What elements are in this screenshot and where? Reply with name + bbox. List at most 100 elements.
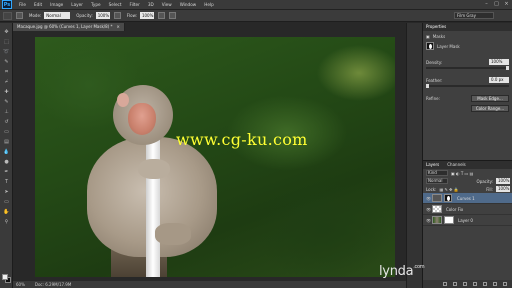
pen-tool-icon[interactable]: ✒ [3, 169, 10, 175]
dodge-tool-icon[interactable]: ● [3, 159, 10, 165]
new-group-icon[interactable] [483, 282, 487, 286]
airbrush-icon[interactable] [157, 12, 165, 19]
menu-window[interactable]: Window [176, 2, 201, 7]
path-select-icon[interactable]: ➤ [3, 189, 10, 195]
density-row: Density: 100% [423, 57, 512, 67]
quick-select-tool-icon[interactable]: ✎ [3, 59, 10, 65]
foreground-color-swatch[interactable] [2, 274, 8, 280]
mode-select[interactable]: Normal [44, 12, 71, 19]
tab-layers[interactable]: Layers [426, 161, 439, 169]
monkey-foot [155, 223, 191, 245]
density-slider[interactable] [426, 66, 509, 70]
move-tool-icon[interactable]: ✥ [3, 29, 10, 35]
gradient-tool-icon[interactable]: ▤ [3, 139, 10, 145]
close-tab-icon[interactable]: × [117, 23, 120, 31]
kind-filter-select[interactable]: Kind [426, 170, 448, 176]
status-bar: 60% Doc: 6.29M/17.9M [13, 281, 422, 288]
link-layers-icon[interactable] [443, 282, 447, 286]
delete-layer-icon[interactable] [503, 282, 507, 286]
eraser-tool-icon[interactable]: ▭ [3, 129, 10, 135]
mask-mode-icon[interactable]: ▣ [426, 34, 430, 39]
flow-field[interactable]: 100% [139, 12, 154, 19]
lynda-logo-text: lynda [379, 264, 414, 279]
minimize-icon[interactable]: – [483, 1, 490, 7]
fill-field[interactable]: 100% [496, 186, 510, 192]
feather-label: Feather: [426, 77, 443, 83]
blend-mode-select[interactable]: Normal [426, 178, 448, 184]
history-brush-icon[interactable]: ↺ [3, 119, 10, 125]
eyedropper-tool-icon[interactable]: ⌿ [3, 79, 10, 85]
curves-adjustment-icon [432, 194, 442, 202]
healing-tool-icon[interactable]: ✚ [3, 89, 10, 95]
menu-file[interactable]: File [15, 2, 30, 7]
density-slider-knob[interactable] [506, 66, 509, 70]
layers-panel-header: Layers Channels [423, 161, 512, 169]
layer-mask-thumbnail[interactable] [444, 194, 452, 202]
pressure-size-icon[interactable] [168, 12, 176, 19]
collapsed-panels-dock [406, 23, 422, 288]
maximize-icon[interactable]: □ [493, 1, 500, 7]
monkey-face [128, 103, 156, 135]
close-icon[interactable]: × [503, 1, 510, 7]
options-bar: Mode: Normal Opacity: 100% Flow: 100% Fi… [0, 10, 512, 22]
layer-name[interactable]: Color Fix [446, 207, 463, 212]
menu-filter[interactable]: Filter [125, 2, 143, 7]
opacity-label: Opacity: [76, 13, 93, 18]
menu-type[interactable]: Type [87, 2, 105, 7]
brush-preset-icon[interactable] [3, 11, 12, 20]
layer-name[interactable]: Curves 1 [457, 196, 475, 201]
fx-icon[interactable] [453, 282, 457, 286]
lynda-logo-tld: .com [413, 264, 425, 270]
zoom-tool-icon[interactable]: ⚲ [3, 219, 10, 225]
hand-tool-icon[interactable]: ✋ [3, 209, 10, 215]
menu-layer[interactable]: Layer [67, 2, 87, 7]
workspace-select[interactable]: Film Gray [454, 12, 494, 19]
lock-icons[interactable]: ▦ ✎ ✥ 🔒 [439, 187, 458, 192]
photoshop-logo-icon: Ps [2, 0, 12, 9]
crop-tool-icon[interactable]: ⌗ [3, 69, 10, 75]
layer-row-color-fix[interactable]: 👁 Color Fix [423, 204, 512, 215]
monkey-ear [117, 93, 129, 107]
menu-view[interactable]: View [158, 2, 176, 7]
layer-name[interactable]: Layer 0 [458, 218, 473, 223]
blur-tool-icon[interactable]: 💧 [3, 149, 10, 155]
feather-field[interactable]: 0.0 px [489, 77, 509, 83]
density-field[interactable]: 100% [489, 59, 509, 65]
layer-row-curves[interactable]: 👁 Curves 1 [423, 193, 512, 204]
menu-select[interactable]: Select [105, 2, 126, 7]
menu-help[interactable]: Help [200, 2, 218, 7]
adjustment-layer-icon[interactable] [473, 282, 477, 286]
menu-edit[interactable]: Edit [30, 2, 46, 7]
document-tab[interactable]: Macaque.jpg @ 60% (Curves 1, Layer Mask/… [13, 23, 125, 31]
pressure-opacity-icon[interactable] [113, 12, 121, 19]
masks-title: Masks [432, 33, 446, 39]
shape-tool-icon[interactable]: ▭ [3, 199, 10, 205]
mask-edge-button[interactable]: Mask Edge... [471, 94, 509, 102]
layer-row-layer-0[interactable]: 👁 Layer 0 [423, 215, 512, 226]
tab-properties[interactable]: Properties [426, 23, 446, 31]
zoom-level[interactable]: 60% [16, 281, 25, 288]
layer-0-mask-thumbnail[interactable] [444, 216, 454, 224]
feather-row: Feather: 0.0 px [423, 75, 512, 85]
opacity-field[interactable]: 100% [95, 12, 110, 19]
feather-slider[interactable] [426, 84, 509, 88]
color-range-button[interactable]: Color Range... [471, 104, 509, 112]
stamp-tool-icon[interactable]: ⊥ [3, 109, 10, 115]
lasso-tool-icon[interactable]: ➰ [3, 49, 10, 55]
filter-icons[interactable]: ▣ ◐ T ▭ ▤ [451, 171, 473, 176]
image-canvas[interactable] [35, 37, 395, 277]
brush-panel-icon[interactable] [16, 12, 23, 19]
tab-channels[interactable]: Channels [447, 161, 466, 169]
marquee-tool-icon[interactable]: ⬚ [3, 39, 10, 45]
mask-thumbnail[interactable] [426, 42, 434, 50]
layer-opacity-field[interactable]: 100% [496, 178, 510, 184]
add-mask-icon[interactable] [463, 282, 467, 286]
menu-image[interactable]: Image [46, 2, 67, 7]
new-layer-icon[interactable] [493, 282, 497, 286]
menu-bar: Ps File Edit Image Layer Type Select Fil… [0, 0, 512, 10]
type-tool-icon[interactable]: T [3, 179, 10, 185]
feather-slider-knob[interactable] [426, 84, 429, 88]
menu-3d[interactable]: 3D [144, 2, 158, 7]
blend-row: Normal Opacity: 100% [423, 177, 512, 185]
brush-tool-icon[interactable]: ✎ [3, 99, 10, 105]
